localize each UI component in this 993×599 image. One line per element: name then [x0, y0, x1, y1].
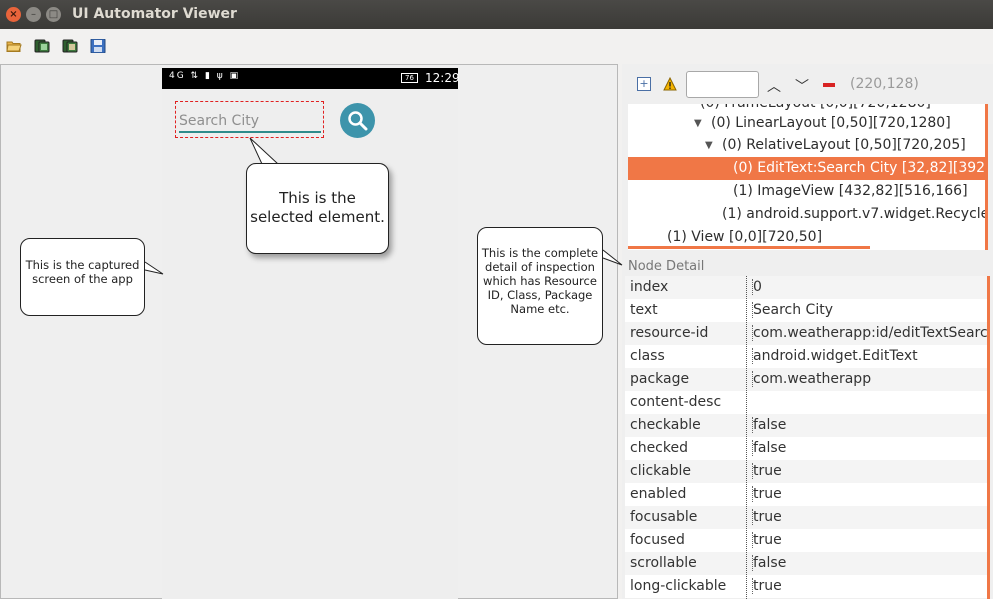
detail-key: focused	[630, 532, 685, 548]
detail-value: false	[752, 417, 787, 433]
detail-value: com.weatherapp	[752, 371, 872, 387]
detail-vertical-scrollbar[interactable]	[987, 276, 990, 599]
hierarchy-tree[interactable]: (0) FrameLayout [0,0][720,1280] ▼ (0) Li…	[628, 104, 988, 250]
callout-captured-screen: This is the captured screen of the app	[20, 238, 145, 316]
window-title: UI Automator Viewer	[72, 6, 237, 22]
cursor-coordinates: (220,128)	[850, 76, 919, 92]
tree-toolbar: + ︿ ﹀ (220,128)	[622, 64, 993, 104]
detail-key: index	[630, 279, 669, 295]
detail-key: checkable	[630, 417, 701, 433]
detail-key: resource-id	[630, 325, 709, 341]
table-row[interactable]: focused true	[625, 529, 990, 552]
minimize-window-button[interactable]: –	[26, 7, 41, 22]
next-node-icon[interactable]: ﹀	[795, 76, 809, 96]
detail-value: com.weatherapp:id/editTextSearch	[752, 325, 990, 341]
battery-icon: 76	[401, 73, 418, 83]
detail-key: class	[630, 348, 665, 364]
status-icons: 4G ⇅ ▮ ψ ▣	[169, 71, 241, 81]
table-row[interactable]: text Search City	[625, 299, 990, 322]
warning-icon[interactable]	[663, 77, 677, 91]
table-row[interactable]: resource-id com.weatherapp:id/editTextSea…	[625, 322, 990, 345]
maximize-window-button[interactable]: □	[46, 7, 61, 22]
callout-selected-element: This is the selected element.	[246, 163, 389, 254]
detail-key: text	[630, 302, 658, 318]
collapse-arrow-icon[interactable]: ▼	[694, 112, 702, 135]
collapse-arrow-icon[interactable]: ▼	[705, 134, 713, 157]
table-row[interactable]: scrollable false	[625, 552, 990, 575]
tree-node[interactable]: (1) ImageView [432,82][516,166]	[628, 180, 988, 203]
detail-value: false	[752, 555, 787, 571]
tree-node-label: (1) android.support.v7.widget.RecyclerVi…	[722, 206, 988, 222]
detail-key: checked	[630, 440, 688, 456]
tree-node[interactable]: ▼ (0) RelativeLayout [0,50][720,205]	[628, 134, 988, 157]
search-button[interactable]	[340, 103, 375, 138]
search-icon	[348, 111, 368, 131]
selected-element-highlight[interactable]	[175, 101, 324, 138]
tree-node-label: (1) ImageView [432,82][516,166]	[733, 183, 968, 199]
table-row[interactable]: index 0	[625, 276, 990, 299]
detail-value: android.widget.EditText	[752, 348, 918, 364]
detail-key: focusable	[630, 509, 698, 525]
detail-value: Search City	[752, 302, 833, 318]
detail-key: clickable	[630, 463, 692, 479]
device-screenshot-compressed-icon[interactable]	[62, 39, 78, 53]
detail-value: true	[752, 509, 782, 525]
table-row[interactable]: enabled true	[625, 483, 990, 506]
tree-node[interactable]: (1) android.support.v7.widget.RecyclerVi…	[628, 203, 988, 226]
device-screenshot-icon[interactable]	[34, 39, 50, 53]
table-row[interactable]: checked false	[625, 437, 990, 460]
device-status-bar: 4G ⇅ ▮ ψ ▣ 76 12:29	[162, 68, 460, 89]
detail-key: long-clickable	[630, 578, 727, 594]
node-detail-title: Node Detail	[628, 259, 705, 274]
detail-value: 0	[752, 279, 762, 295]
tree-node-label: (0) LinearLayout [0,50][720,1280]	[711, 115, 951, 131]
tree-vertical-scrollbar[interactable]	[985, 104, 988, 250]
callout-node-detail: This is the complete detail of inspectio…	[477, 227, 603, 345]
table-row[interactable]: long-clickable true	[625, 575, 990, 598]
table-row[interactable]: focusable true	[625, 506, 990, 529]
detail-key: content-desc	[630, 394, 722, 410]
detail-key: enabled	[630, 486, 687, 502]
tree-horizontal-scrollbar[interactable]	[628, 246, 870, 249]
inspector-pane: + ︿ ﹀ (220,128) (0) FrameLayout [0,0][72…	[622, 64, 993, 599]
search-city-input[interactable]	[179, 111, 321, 133]
previous-node-icon[interactable]: ︿	[767, 76, 781, 96]
table-row[interactable]: package com.weatherapp	[625, 368, 990, 391]
filter-input[interactable]	[686, 71, 759, 98]
table-row[interactable]: clickable true	[625, 460, 990, 483]
detail-value: false	[752, 440, 787, 456]
close-window-button[interactable]: ×	[6, 7, 21, 22]
title-bar: × – □ UI Automator Viewer	[0, 0, 993, 29]
detail-key: package	[630, 371, 690, 387]
expand-all-icon[interactable]: +	[637, 77, 651, 91]
table-row[interactable]: content-desc	[625, 391, 990, 414]
detail-value: true	[752, 578, 782, 594]
column-divider[interactable]	[746, 276, 747, 599]
open-folder-icon[interactable]	[6, 39, 22, 53]
tree-node-label: (0) RelativeLayout [0,50][720,205]	[722, 137, 966, 153]
main-toolbar	[0, 29, 993, 64]
tree-node[interactable]: ▼ (0) LinearLayout [0,50][720,1280]	[628, 112, 988, 135]
tree-node-label: (0) EditText:Search City [32,82][392,173…	[733, 160, 988, 176]
table-row[interactable]: class android.widget.EditText	[625, 345, 990, 368]
node-detail-table: index 0 text Search City resource-id com.we…	[625, 276, 990, 598]
save-icon[interactable]	[90, 39, 106, 53]
detail-value: true	[752, 486, 782, 502]
toggle-naf-icon[interactable]	[823, 83, 835, 87]
table-row[interactable]: checkable false	[625, 414, 990, 437]
detail-value: true	[752, 532, 782, 548]
node-detail-panel: Node Detail index 0 text Search City resou…	[622, 256, 993, 599]
tree-node-selected[interactable]: (0) EditText:Search City [32,82][392,173…	[628, 157, 988, 180]
device-screen[interactable]: 4G ⇅ ▮ ψ ▣ 76 12:29	[162, 68, 460, 599]
status-time: 12:29	[425, 71, 460, 85]
detail-key: scrollable	[630, 555, 697, 571]
detail-value: true	[752, 463, 782, 479]
